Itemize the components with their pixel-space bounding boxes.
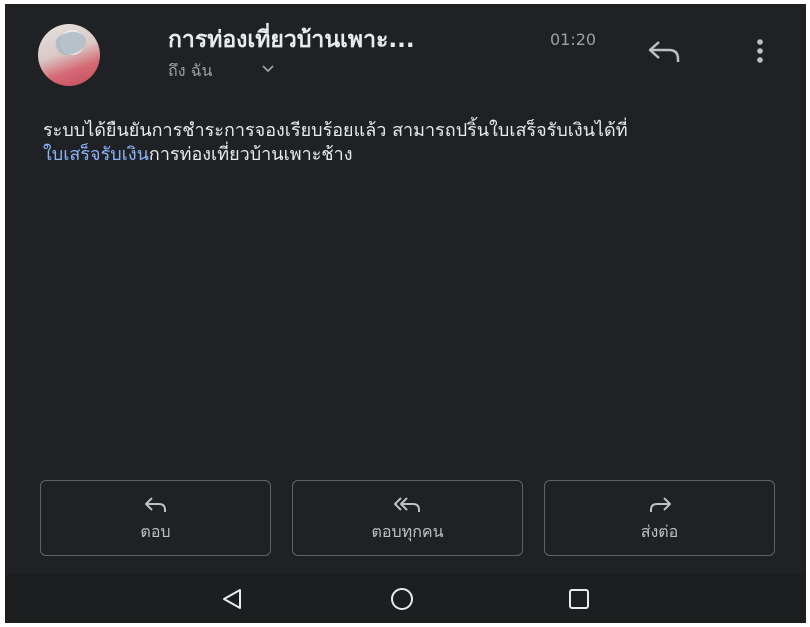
home-nav-icon[interactable] xyxy=(389,586,415,612)
sender-avatar[interactable] xyxy=(38,24,100,86)
forward-label: ส่งต่อ xyxy=(640,522,679,541)
email-time: 01:20 xyxy=(550,30,597,49)
forward-icon xyxy=(649,497,671,512)
system-nav-bar xyxy=(5,574,806,623)
reply-icon xyxy=(144,497,166,512)
reply-all-icon xyxy=(393,497,420,512)
email-screen: การท่องเที่ยวบ้านเพาะ... 01:20 ถึง ฉัน ร… xyxy=(5,4,806,623)
action-buttons: ตอบ ตอบทุกคน ส่งต่อ xyxy=(40,480,780,558)
back-nav-icon[interactable] xyxy=(219,586,245,612)
chevron-down-icon[interactable] xyxy=(260,60,276,76)
reply-all-label: ตอบทุกคน xyxy=(371,522,444,541)
email-body: ระบบได้ยืนยันการชำระการจองเรียบร้อยแล้ว … xyxy=(43,119,793,167)
receipt-link[interactable]: ใบเสร็จรับเงิน xyxy=(43,144,149,165)
more-options-icon[interactable] xyxy=(754,36,766,66)
recipient-label[interactable]: ถึง ฉัน xyxy=(168,59,212,84)
reply-icon[interactable] xyxy=(645,36,683,66)
recents-nav-icon[interactable] xyxy=(566,586,592,612)
reply-label: ตอบ xyxy=(140,522,171,541)
reply-button[interactable]: ตอบ xyxy=(40,480,271,556)
forward-button[interactable]: ส่งต่อ xyxy=(544,480,775,556)
reply-all-button[interactable]: ตอบทุกคน xyxy=(292,480,523,556)
email-subject: การท่องเที่ยวบ้านเพาะ... xyxy=(168,27,415,53)
body-link-suffix: การท่องเที่ยวบ้านเพาะช้าง xyxy=(148,144,353,165)
body-text: ระบบได้ยืนยันการชำระการจองเรียบร้อยแล้ว … xyxy=(43,120,628,141)
email-header: การท่องเที่ยวบ้านเพาะ... 01:20 ถึง ฉัน xyxy=(5,4,806,104)
